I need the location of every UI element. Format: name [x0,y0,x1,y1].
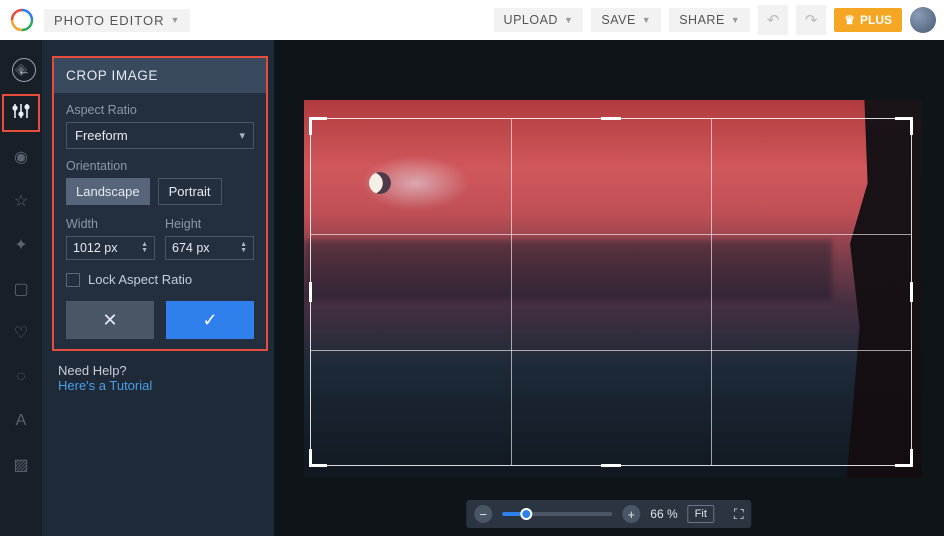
tool-star[interactable]: ☆ [8,188,34,214]
check-icon: ✓ [202,310,217,331]
panel-back-button[interactable]: ← [12,58,36,82]
zoom-percent: 66 % [650,507,677,521]
crop-handle-br[interactable] [895,449,913,467]
texture-icon: ▨ [13,455,28,475]
apply-button[interactable]: ✓ [166,301,254,339]
plus-icon: + [628,508,636,521]
crop-panel: CROP IMAGE Aspect Ratio Freeform ▾ Orien… [52,56,268,351]
eye-icon: ◉ [14,147,28,167]
frame-icon: ▢ [13,279,28,299]
heart-icon: ♡ [14,323,28,343]
panel-title: CROP IMAGE [54,58,266,93]
image-viewport[interactable] [304,100,922,478]
adjust-sliders-icon [12,102,30,125]
badge-icon: ◌ [16,368,26,386]
tool-overlay[interactable]: ◌ [8,364,34,390]
tool-effects[interactable]: ✦ [8,232,34,258]
grid-line [711,119,712,465]
crop-handle-top[interactable] [601,117,621,120]
canvas-area: − + 66 % Fit ⛶ [274,40,944,536]
expand-icon: ⛶ [734,506,744,523]
zoom-slider[interactable] [502,512,612,516]
zoom-thumb[interactable] [520,508,532,520]
crop-handle-bl[interactable] [309,449,327,467]
height-value: 674 px [172,241,210,255]
caret-down-icon: ▼ [642,15,651,25]
zoom-in-button[interactable]: + [622,505,640,523]
width-stepper[interactable]: ▲▼ [141,242,148,254]
redo-icon: ↷ [805,11,818,29]
undo-button[interactable]: ↶ [758,5,788,35]
tool-adjust[interactable] [8,100,34,126]
help-text: Need Help? [58,363,258,378]
left-toolbar: ◈ ◉ ☆ ✦ ▢ ♡ ◌ A ▨ [0,40,42,536]
orientation-label: Orientation [66,159,254,173]
app-title: PHOTO EDITOR [54,13,164,28]
width-input[interactable]: 1012 px ▲▼ [66,236,155,260]
upgrade-plus-button[interactable]: ♛ PLUS [834,8,902,32]
fit-button[interactable]: Fit [688,505,714,523]
tool-text[interactable]: A [8,408,34,434]
grid-line [311,234,911,235]
upload-button[interactable]: UPLOAD▼ [494,8,584,32]
tutorial-link[interactable]: Here's a Tutorial [58,378,152,393]
save-button[interactable]: SAVE▼ [591,8,661,32]
star-icon: ☆ [14,191,28,211]
caret-down-icon: ▼ [731,15,740,25]
aspect-ratio-label: Aspect Ratio [66,103,254,117]
undo-icon: ↶ [767,11,780,29]
grid-line [511,119,512,465]
width-label: Width [66,217,155,231]
top-bar: PHOTO EDITOR ▼ UPLOAD▼ SAVE▼ SHARE▼ ↶ ↷ … [0,0,944,40]
height-input[interactable]: 674 px ▲▼ [165,236,254,260]
tool-heart[interactable]: ♡ [8,320,34,346]
orientation-portrait-button[interactable]: Portrait [158,178,222,205]
sparkle-icon: ✦ [14,235,27,255]
tool-exposure[interactable]: ◉ [8,144,34,170]
side-panel: ← CROP IMAGE Aspect Ratio Freeform ▾ Ori… [42,40,274,536]
orientation-landscape-button[interactable]: Landscape [66,178,150,205]
aspect-ratio-select[interactable]: Freeform ▾ [66,122,254,149]
width-value: 1012 px [73,241,117,255]
aspect-ratio-value: Freeform [75,128,128,143]
help-section: Need Help? Here's a Tutorial [42,351,274,405]
redo-button[interactable]: ↷ [796,5,826,35]
minus-icon: − [480,508,488,521]
checkbox-icon [66,273,80,287]
chevron-down-icon: ▾ [239,129,245,142]
crop-overlay[interactable] [310,118,912,466]
app-logo[interactable] [8,6,36,34]
height-label: Height [165,217,254,231]
crop-handle-left[interactable] [309,282,312,302]
arrow-left-icon: ← [18,63,31,78]
grid-line [311,350,911,351]
caret-down-icon: ▼ [170,15,180,25]
crop-handle-tl[interactable] [309,117,327,135]
user-avatar[interactable] [910,7,936,33]
share-button[interactable]: SHARE▼ [669,8,750,32]
lock-aspect-ratio-checkbox[interactable]: Lock Aspect Ratio [66,272,254,287]
close-icon: ✕ [102,310,117,331]
fullscreen-button[interactable]: ⛶ [734,506,744,523]
caret-down-icon: ▼ [564,15,573,25]
cancel-button[interactable]: ✕ [66,301,154,339]
crop-handle-bottom[interactable] [601,464,621,467]
tool-texture[interactable]: ▨ [8,452,34,478]
zoom-out-button[interactable]: − [474,505,492,523]
app-switcher[interactable]: PHOTO EDITOR ▼ [44,9,190,32]
crop-handle-right[interactable] [910,282,913,302]
tool-frame[interactable]: ▢ [8,276,34,302]
crown-icon: ♛ [844,13,855,27]
zoom-bar: − + 66 % Fit ⛶ [466,500,751,528]
text-icon: A [16,412,27,430]
height-stepper[interactable]: ▲▼ [240,242,247,254]
lock-aspect-label: Lock Aspect Ratio [88,272,192,287]
crop-handle-tr[interactable] [895,117,913,135]
